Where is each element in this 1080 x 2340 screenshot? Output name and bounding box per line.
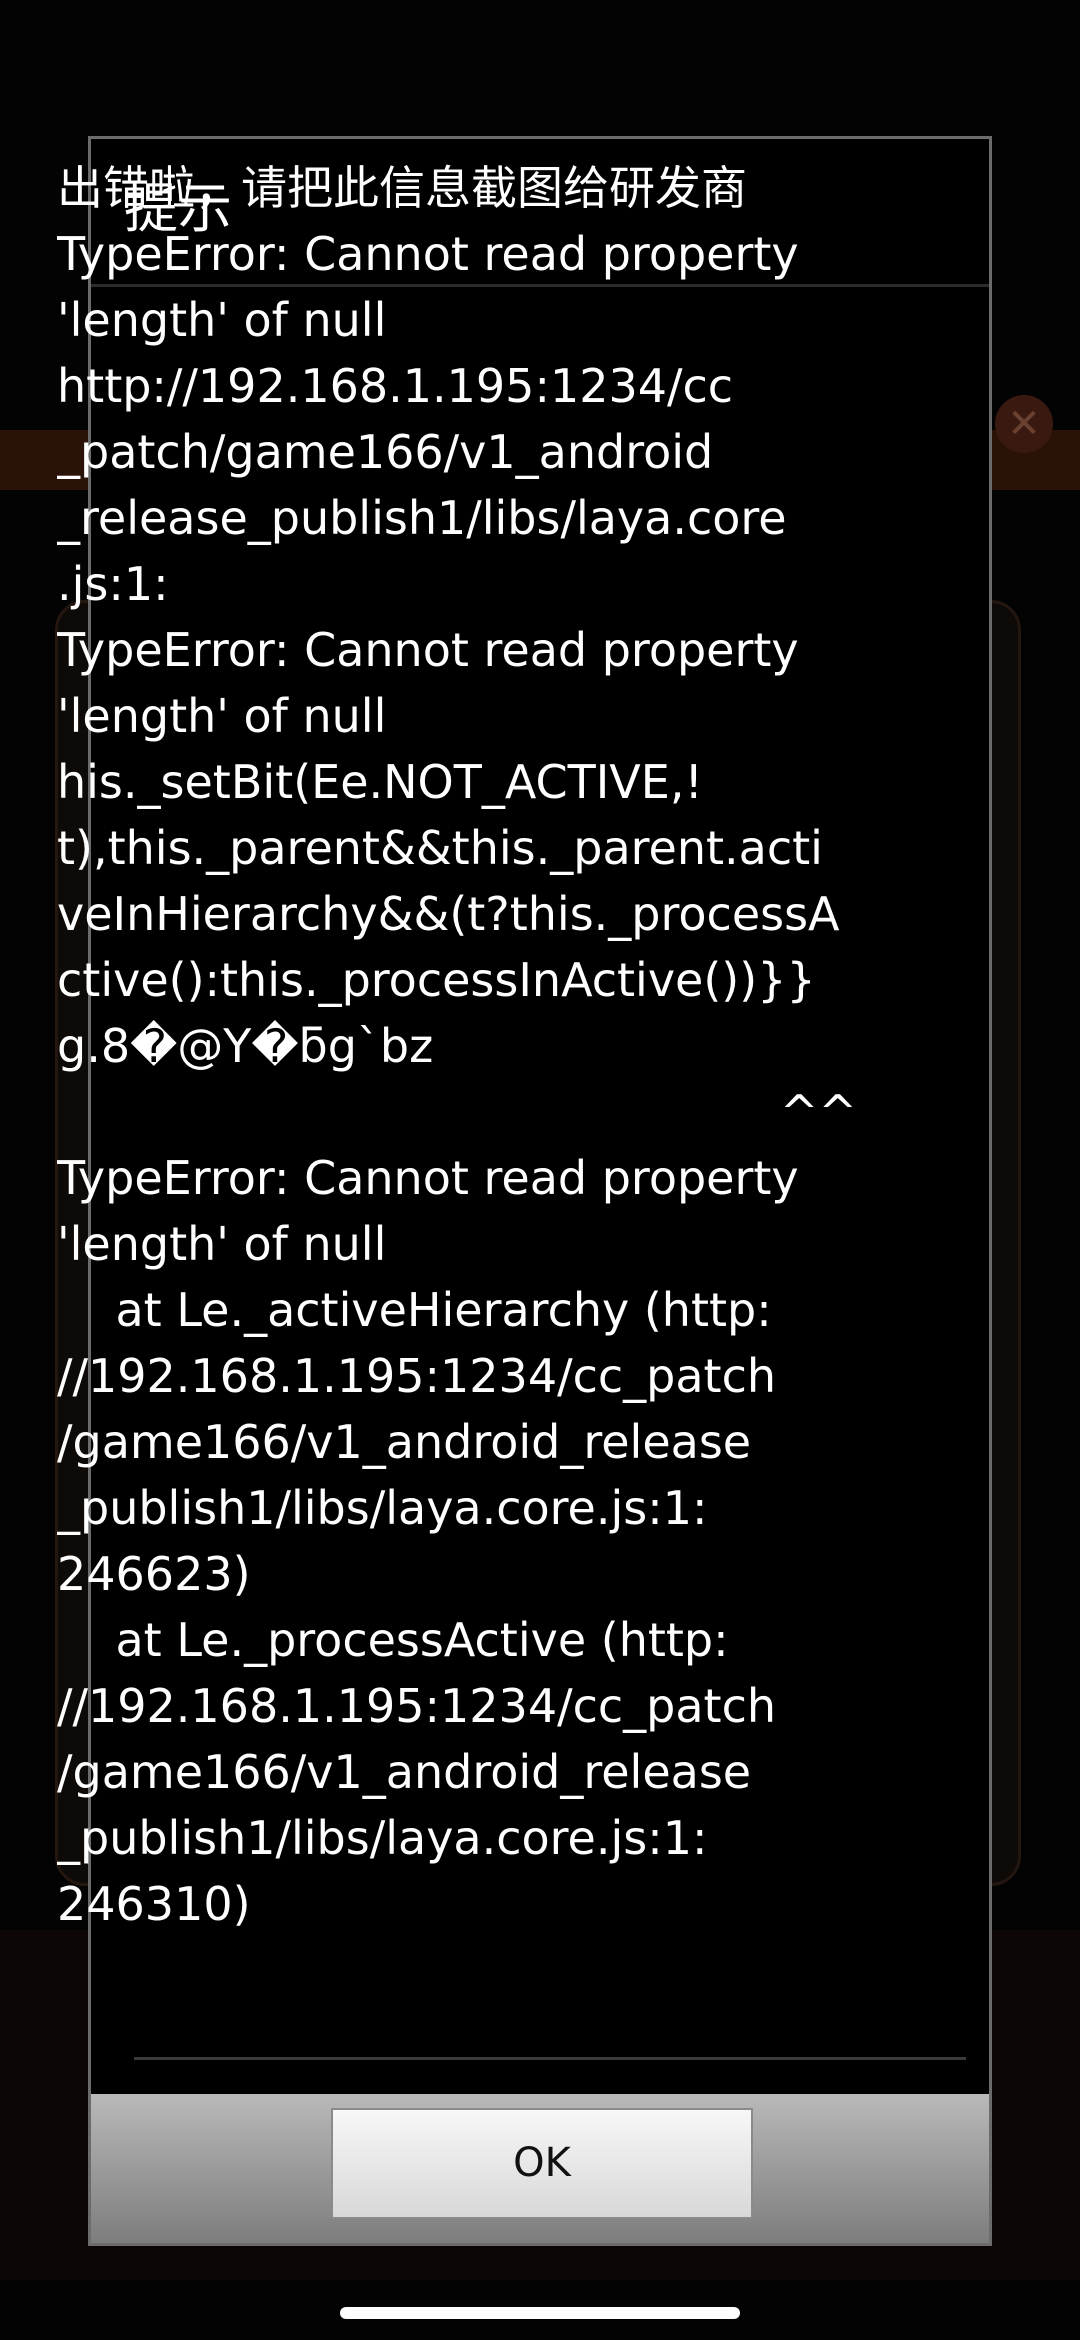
message-line: veInHierarchy&&(t?this._processA xyxy=(57,887,840,941)
message-line: TypeError: Cannot read property xyxy=(57,623,799,677)
message-line: //192.168.1.195:1234/cc_patch xyxy=(57,1679,777,1733)
message-line: 出错啦，请把此信息截图给研发商 xyxy=(57,161,747,215)
message-line: ^^ xyxy=(779,1085,857,1139)
message-line: 246623) xyxy=(57,1547,251,1601)
screen: ✕ 提示 OK 出错啦，请把此信息截图给研发商 TypeError: Cannot… xyxy=(0,0,1080,2340)
message-line: http://192.168.1.195:1234/cc xyxy=(57,359,734,413)
message-line: /game166/v1_android_release xyxy=(57,1415,752,1469)
message-line: t),this._parent&&this._parent.acti xyxy=(57,821,823,875)
message-line: TypeError: Cannot read property xyxy=(57,1151,799,1205)
background-close-icon: ✕ xyxy=(995,395,1053,453)
message-line: _publish1/libs/laya.core.js:1: xyxy=(57,1481,708,1535)
message-line: .js:1: xyxy=(57,557,169,611)
message-line: 'length' of null xyxy=(57,689,387,743)
message-line: 'length' of null xyxy=(57,293,387,347)
dialog-message-scroll[interactable]: 出错啦，请把此信息截图给研发商 TypeError: Cannot read pr… xyxy=(57,155,907,2060)
dialog-button-bar: OK xyxy=(91,2094,989,2243)
message-line: his._setBit(Ee.NOT_ACTIVE,! xyxy=(57,755,703,809)
home-indicator[interactable] xyxy=(340,2307,740,2319)
message-line: _patch/game166/v1_android xyxy=(57,425,714,479)
message-line: at Le._activeHierarchy (http: xyxy=(57,1283,772,1337)
message-line: ctive():this._processInActive())}} xyxy=(57,953,816,1007)
message-line: _release_publish1/libs/laya.core xyxy=(57,491,787,545)
ok-button[interactable]: OK xyxy=(331,2108,753,2219)
message-line: at Le._processActive (http: xyxy=(57,1613,729,1667)
message-line: TypeError: Cannot read property xyxy=(57,227,799,281)
message-line: g.8�@Y�ƃg`bz xyxy=(57,1019,434,1073)
message-line: //192.168.1.195:1234/cc_patch xyxy=(57,1349,777,1403)
message-line: 246310) xyxy=(57,1877,251,1931)
message-line: /game166/v1_android_release xyxy=(57,1745,752,1799)
message-line: _publish1/libs/laya.core.js:1: xyxy=(57,1811,708,1865)
message-line: 'length' of null xyxy=(57,1217,387,1271)
